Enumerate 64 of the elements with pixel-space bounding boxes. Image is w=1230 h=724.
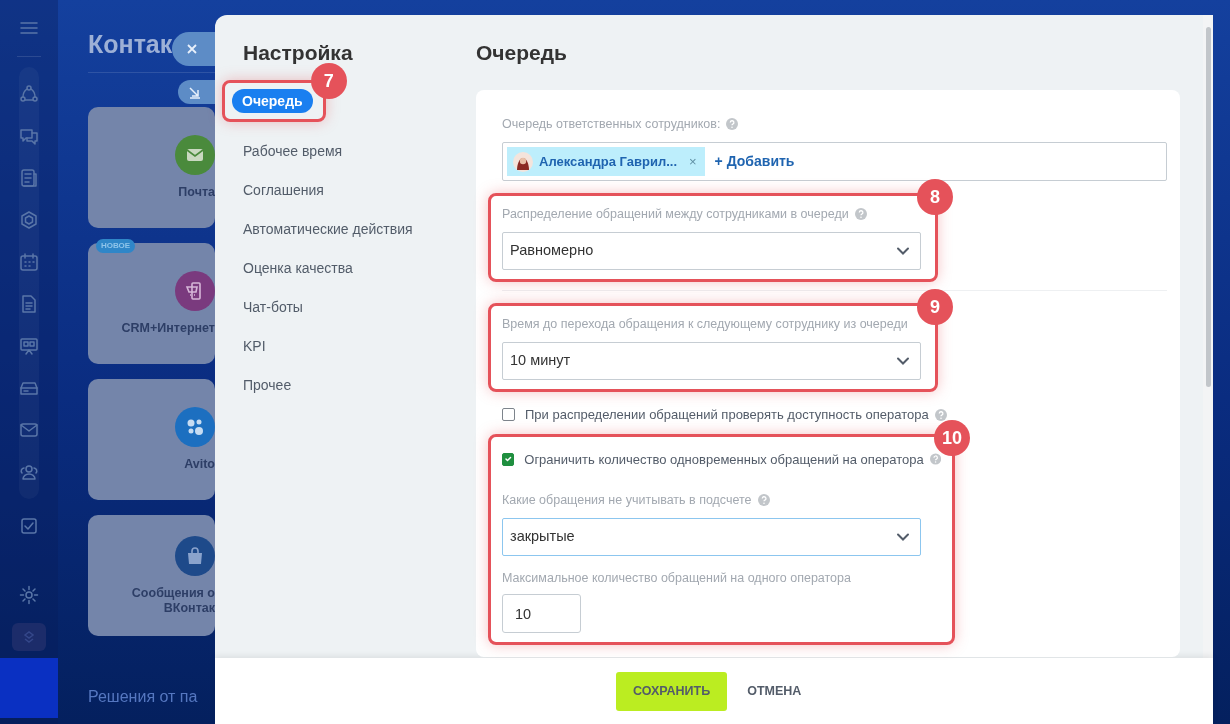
select-field[interactable]: Равномерно (502, 232, 921, 270)
cancel-button[interactable]: ОТМЕНА (747, 681, 802, 701)
presentation-icon[interactable] (19, 335, 39, 356)
user-name: Александра Гаврил... (539, 152, 677, 171)
nav-item[interactable]: Рабочее время (243, 141, 343, 161)
card-label: Avito (184, 457, 215, 472)
nav-item[interactable]: KPI (243, 336, 266, 356)
checkbox-label: При распределении обращений проверять доступность оператора (525, 406, 929, 424)
calendar-icon[interactable] (19, 251, 39, 272)
callout-number: 9 (917, 289, 953, 325)
field-label: Очередь ответственных сотрудников: (502, 116, 721, 132)
select-value: 10 минут (510, 351, 571, 371)
help-icon[interactable] (757, 494, 770, 506)
page-title: Контак (88, 29, 173, 60)
hexagon-icon[interactable] (19, 209, 39, 230)
nav-item[interactable]: Прочее (243, 375, 292, 395)
users-field[interactable]: Александра Гаврил... × + Добавить (502, 142, 1167, 181)
card-label: ВКонтак (163, 600, 215, 616)
checkbox-icon[interactable] (19, 515, 39, 536)
nav-item[interactable]: Оценка качества (243, 258, 353, 278)
field-label: Максимальное количество обращений на одного оператора (502, 570, 851, 586)
card-label: CRM+Интернет (121, 321, 215, 336)
nav-item[interactable]: Очередь (232, 89, 313, 113)
callout-number: 8 (917, 179, 953, 215)
close-button[interactable] (172, 32, 215, 66)
field-label: Распределение обращений между сотрудниками в очереди (502, 206, 849, 222)
select-field[interactable]: закрытые (502, 518, 921, 556)
save-button[interactable]: СОХРАНИТЬ (616, 671, 728, 711)
add-link[interactable]: + Добавить (714, 151, 795, 172)
section-heading: Очередь (476, 40, 568, 66)
help-icon[interactable] (929, 453, 941, 466)
user-chip[interactable]: Александра Гаврил... × (507, 147, 705, 176)
close-icon (186, 43, 198, 55)
select-value: Равномерно (510, 241, 594, 261)
new-badge: НОВОЕ (96, 239, 136, 253)
checkbox-label: Ограничить количество одновременных обращений на оператора (524, 450, 924, 469)
arrow-icon (188, 85, 201, 99)
scrollbar[interactable] (1203, 15, 1213, 658)
nav-item[interactable]: Чат-боты (243, 297, 303, 317)
nav-item[interactable]: Автоматические действия (243, 219, 413, 239)
select-value: закрытые (510, 527, 575, 547)
callout-number: 7 (310, 63, 347, 99)
network-icon[interactable] (19, 83, 39, 104)
number-field[interactable]: 10 (502, 594, 581, 633)
collapse-button[interactable] (178, 80, 215, 104)
select-field[interactable]: 10 минут (502, 342, 921, 380)
help-icon[interactable] (934, 408, 947, 421)
avatar-icon (513, 151, 533, 172)
checkbox[interactable] (502, 452, 515, 466)
active-tile[interactable] (0, 658, 58, 718)
card-label: Сообщения о (131, 585, 215, 601)
card-label: Почта (178, 185, 215, 200)
field-label: Какие обращения не учитывать в подсчете (502, 492, 752, 508)
checkbox[interactable] (502, 408, 515, 422)
field-label: Время до перехода обращения к следующему сотруднику из очереди (502, 316, 908, 332)
app-icon[interactable] (12, 623, 46, 652)
help-icon[interactable] (726, 118, 739, 130)
callout-number: 10 (934, 419, 970, 456)
help-icon[interactable] (854, 208, 867, 220)
newspaper-icon[interactable] (19, 167, 39, 188)
nav-item[interactable]: Соглашения (243, 180, 324, 200)
document-icon[interactable] (19, 293, 39, 314)
panel-title: Настройка (243, 40, 354, 66)
section-title: Решения от па (88, 687, 198, 707)
